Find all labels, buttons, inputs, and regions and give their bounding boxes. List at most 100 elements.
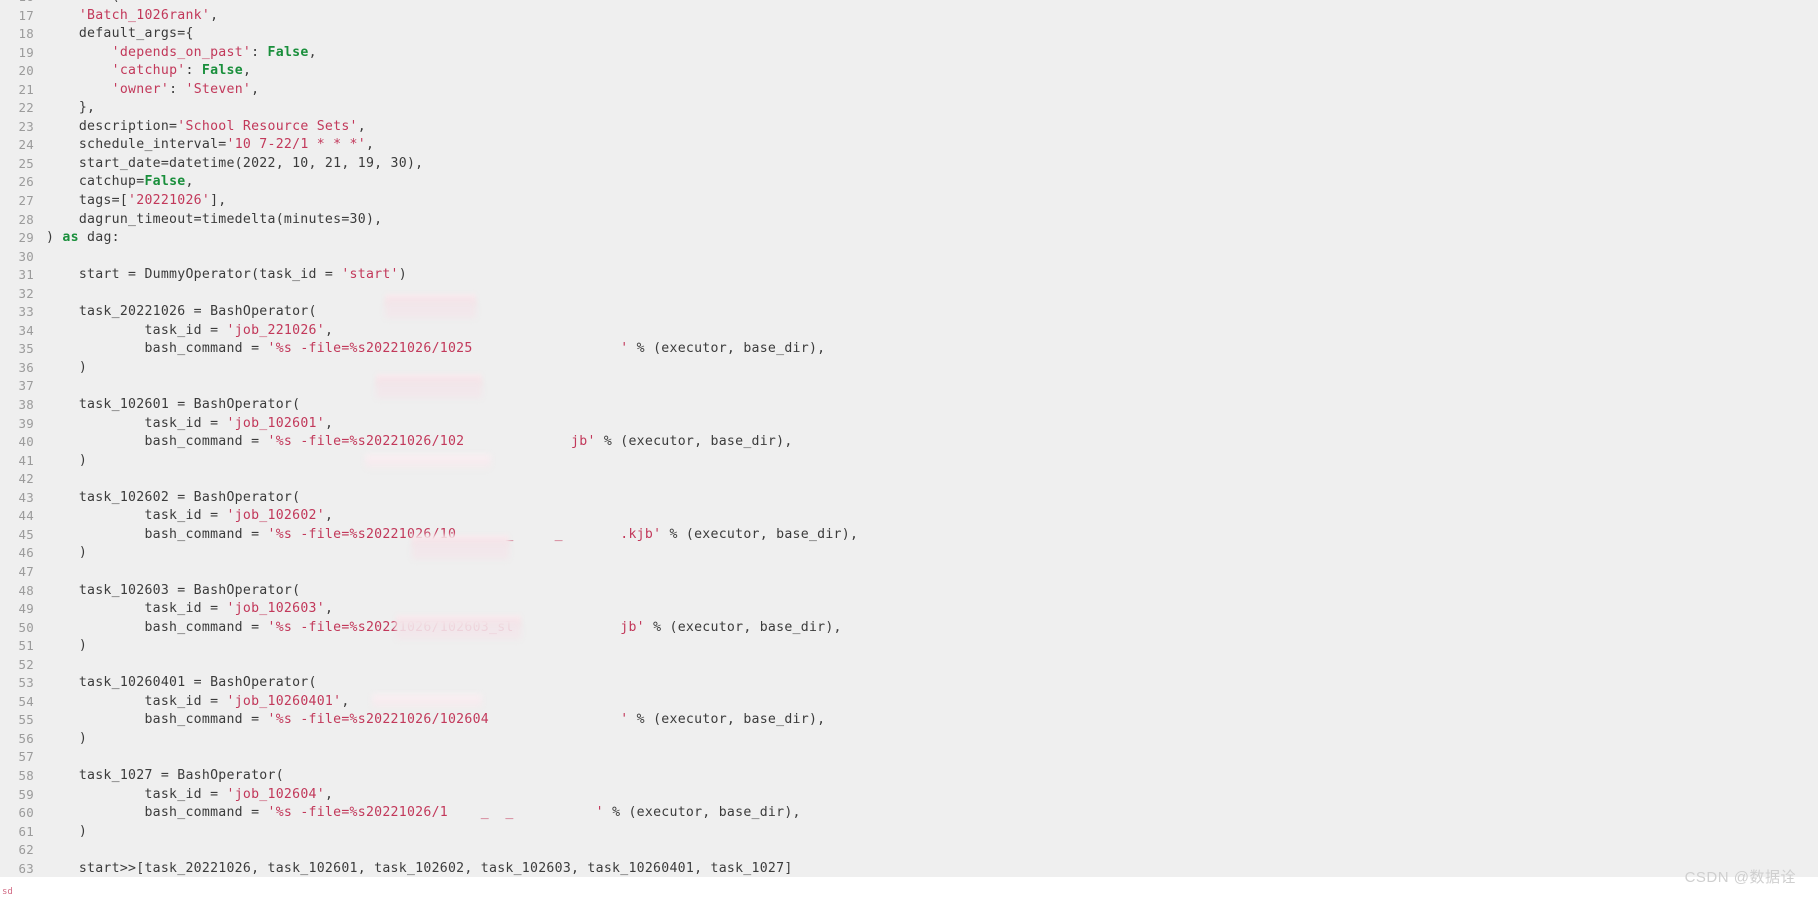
- bottom-text-fragment: sd: [2, 887, 13, 897]
- line-source: start = DummyOperator(task_id = 'start'): [46, 267, 407, 283]
- line-source: 'depends_on_past': False,: [111, 44, 317, 60]
- line-number: 36: [18, 359, 34, 375]
- code-line[interactable]: 55 bash_command = '%s -file=%s20221026/1…: [0, 711, 1818, 730]
- code-line[interactable]: 41 ): [0, 452, 1818, 471]
- line-number: 57: [18, 749, 34, 765]
- code-line[interactable]: 35 bash_command = '%s -file=%s20221026/1…: [0, 340, 1818, 359]
- line-number: 20: [18, 63, 34, 79]
- code-line[interactable]: 23 description='School Resource Sets',: [0, 118, 1818, 137]
- code-line[interactable]: 60 bash_command = '%s -file=%s20221026/1…: [0, 804, 1818, 823]
- line-source: catchup=False,: [46, 174, 194, 190]
- line-number: 26: [18, 174, 34, 190]
- code-line[interactable]: 58 task_1027 = BashOperator(: [0, 767, 1818, 786]
- code-line[interactable]: 27 tags=['20221026'],: [0, 192, 1818, 211]
- code-line[interactable]: 56 ): [0, 730, 1818, 749]
- code-line[interactable]: 43 task_102602 = BashOperator(: [0, 489, 1818, 508]
- code-line[interactable]: 61 ): [0, 823, 1818, 842]
- line-source: 'catchup': False,: [111, 63, 252, 79]
- code-line[interactable]: 51 ): [0, 637, 1818, 656]
- line-source: bash_command = '%s -file=%s20221026/102 …: [46, 434, 793, 450]
- code-line[interactable]: 45 bash_command = '%s -file=%s20221026/1…: [0, 526, 1818, 545]
- line-source: bash_command = '%s -file=%s20221026/1026…: [46, 712, 826, 728]
- line-source: task_102603 = BashOperator(: [46, 582, 301, 598]
- code-line[interactable]: 59 task_id = 'job_102604',: [0, 786, 1818, 805]
- line-number: 37: [18, 378, 34, 394]
- line-number: 42: [18, 471, 34, 487]
- line-source: ): [46, 452, 88, 468]
- line-source: task_102602 = BashOperator(: [46, 489, 301, 505]
- line-number: 21: [18, 81, 34, 97]
- code-line[interactable]: 36 ): [0, 359, 1818, 378]
- code-line[interactable]: 57: [0, 748, 1818, 767]
- code-line[interactable]: 20 'catchup': False,: [0, 62, 1818, 81]
- line-number: 28: [18, 211, 34, 227]
- code-line[interactable]: 34 task_id = 'job_221026',: [0, 322, 1818, 341]
- code-line[interactable]: 33 task_20221026 = BashOperator(: [0, 303, 1818, 322]
- code-line[interactable]: 40 bash_command = '%s -file=%s20221026/1…: [0, 433, 1818, 452]
- line-number: 53: [18, 675, 34, 691]
- line-source: start>>[task_20221026, task_102601, task…: [46, 860, 793, 876]
- csdn-watermark: CSDN @数据诠: [1684, 869, 1796, 886]
- line-number: 18: [18, 26, 34, 42]
- code-content-area[interactable]: 16with DAG(17 'Batch_1026rank',18 defaul…: [0, 0, 1818, 877]
- code-line[interactable]: 46 ): [0, 544, 1818, 563]
- code-line[interactable]: 24 schedule_interval='10 7-22/1 * * *',: [0, 136, 1818, 155]
- line-number: 23: [18, 118, 34, 134]
- code-line[interactable]: 30: [0, 248, 1818, 267]
- code-line[interactable]: 50 bash_command = '%s -file=%s20221026/1…: [0, 619, 1818, 638]
- code-line[interactable]: 19 'depends_on_past': False,: [0, 44, 1818, 63]
- code-line[interactable]: 54 task_id = 'job_10260401',: [0, 693, 1818, 712]
- line-source: },: [46, 100, 96, 116]
- code-line[interactable]: 29) as dag:: [0, 229, 1818, 248]
- line-source: schedule_interval='10 7-22/1 * * *',: [46, 137, 375, 153]
- line-source: task_id = 'job_102602',: [46, 508, 334, 524]
- line-number: 48: [18, 582, 34, 598]
- line-source: ): [46, 638, 88, 654]
- line-source: bash_command = '%s -file=%s20221026/1 _ …: [46, 805, 801, 821]
- code-line[interactable]: 38 task_102601 = BashOperator(: [0, 396, 1818, 415]
- line-number: 38: [18, 397, 34, 413]
- code-line[interactable]: 52: [0, 656, 1818, 675]
- line-source: description='School Resource Sets',: [46, 118, 366, 134]
- line-number: 22: [18, 100, 34, 116]
- line-number: 34: [18, 322, 34, 338]
- line-number: 56: [18, 730, 34, 746]
- line-source: task_id = 'job_102604',: [46, 786, 334, 802]
- line-number: 60: [18, 805, 34, 821]
- code-line[interactable]: 63 start>>[task_20221026, task_102601, t…: [0, 860, 1818, 877]
- line-number: 27: [18, 193, 34, 209]
- code-line[interactable]: 25 start_date=datetime(2022, 10, 21, 19,…: [0, 155, 1818, 174]
- line-source: ): [46, 730, 88, 746]
- line-number: 50: [18, 619, 34, 635]
- line-number: 47: [18, 563, 34, 579]
- line-number: 61: [18, 823, 34, 839]
- code-line[interactable]: 49 task_id = 'job_102603',: [0, 600, 1818, 619]
- line-number: 55: [18, 712, 34, 728]
- code-line[interactable]: 62: [0, 841, 1818, 860]
- code-line[interactable]: 26 catchup=False,: [0, 173, 1818, 192]
- code-line[interactable]: 22 },: [0, 99, 1818, 118]
- line-number: 58: [18, 767, 34, 783]
- code-line[interactable]: 53 task_10260401 = BashOperator(: [0, 674, 1818, 693]
- code-line[interactable]: 47: [0, 563, 1818, 582]
- line-source: ): [46, 545, 88, 561]
- line-number: 45: [18, 526, 34, 542]
- code-line[interactable]: 37: [0, 377, 1818, 396]
- code-line[interactable]: 48 task_102603 = BashOperator(: [0, 582, 1818, 601]
- line-number: 19: [18, 44, 34, 60]
- code-line[interactable]: 18 default_args={: [0, 25, 1818, 44]
- line-source: dagrun_timeout=timedelta(minutes=30),: [46, 211, 383, 227]
- code-line[interactable]: 39 task_id = 'job_102601',: [0, 415, 1818, 434]
- code-line[interactable]: 44 task_id = 'job_102602',: [0, 507, 1818, 526]
- line-source: start_date=datetime(2022, 10, 21, 19, 30…: [46, 155, 424, 171]
- line-number: 43: [18, 489, 34, 505]
- code-editor[interactable]: 16with DAG(17 'Batch_1026rank',18 defaul…: [0, 0, 1818, 877]
- line-number: 31: [18, 267, 34, 283]
- code-line[interactable]: 32: [0, 285, 1818, 304]
- line-number: 49: [18, 601, 34, 617]
- code-line[interactable]: 17 'Batch_1026rank',: [0, 7, 1818, 26]
- code-line[interactable]: 21 'owner': 'Steven',: [0, 81, 1818, 100]
- code-line[interactable]: 31 start = DummyOperator(task_id = 'star…: [0, 266, 1818, 285]
- code-line[interactable]: 28 dagrun_timeout=timedelta(minutes=30),: [0, 211, 1818, 230]
- code-line[interactable]: 42: [0, 470, 1818, 489]
